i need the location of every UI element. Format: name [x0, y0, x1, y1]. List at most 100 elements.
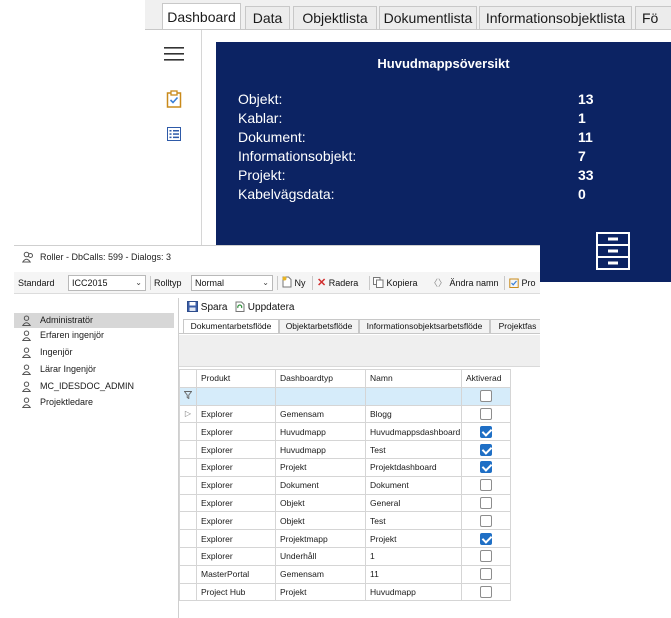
- table-row[interactable]: Explorer Huvudmapp Huvudmappsdashboard: [179, 422, 511, 442]
- cell-dashboardtyp[interactable]: Projektmapp: [275, 529, 366, 548]
- checkbox-unchecked[interactable]: [480, 407, 492, 420]
- copy-button[interactable]: Kopiera: [373, 275, 418, 291]
- cell-namn[interactable]: Huvudmapp: [365, 582, 462, 602]
- checkbox-unchecked[interactable]: [480, 496, 492, 509]
- cell-produkt[interactable]: Explorer: [196, 404, 276, 424]
- checkbox-checked[interactable]: [480, 461, 492, 474]
- cell-aktiverad[interactable]: [461, 582, 511, 602]
- cell-namn[interactable]: Dokument: [365, 475, 462, 495]
- cell-dashboardtyp[interactable]: Dokument: [275, 475, 366, 495]
- role-item-mc-idesdoc-admin[interactable]: MC_IDESDOC_ADMIN: [14, 379, 174, 394]
- cell-dashboardtyp[interactable]: Projekt: [275, 582, 366, 602]
- cell-aktiverad[interactable]: [461, 457, 511, 477]
- cell-dashboardtyp[interactable]: Huvudmapp: [275, 422, 366, 442]
- table-row[interactable]: Explorer Huvudmapp Test: [179, 440, 511, 459]
- cell-produkt[interactable]: Explorer: [196, 546, 276, 566]
- role-item-administrator[interactable]: Administratör: [14, 313, 174, 328]
- column-header-aktiverad[interactable]: Aktiverad: [461, 369, 511, 388]
- cell-namn[interactable]: Huvudmappsdashboard: [365, 422, 462, 442]
- cell-produkt[interactable]: Explorer: [196, 493, 276, 513]
- cell-dashboardtyp[interactable]: Gemensam: [275, 564, 366, 584]
- tab-overflow[interactable]: Fö: [635, 6, 671, 29]
- role-item-ingenjor[interactable]: Ingenjör: [14, 345, 174, 360]
- hamburger-menu-icon[interactable]: [164, 46, 184, 62]
- list-icon[interactable]: [167, 127, 181, 141]
- checkbox-checked[interactable]: [480, 532, 492, 545]
- cell-dashboardtyp[interactable]: Underhåll: [275, 546, 366, 566]
- cell-namn[interactable]: Blogg: [365, 404, 462, 424]
- table-row[interactable]: Explorer Objekt Test: [179, 511, 511, 531]
- cell-aktiverad[interactable]: [461, 564, 511, 584]
- standard-select[interactable]: ICC2015 ⌄: [68, 275, 146, 291]
- filter-cell-aktiverad[interactable]: [461, 386, 511, 406]
- table-row[interactable]: Explorer Projektmapp Projekt: [179, 529, 511, 548]
- filter-cell-produkt[interactable]: [196, 386, 276, 406]
- table-row[interactable]: MasterPortal Gemensam 11: [179, 564, 511, 584]
- cell-produkt[interactable]: MasterPortal: [196, 564, 276, 584]
- cell-aktiverad[interactable]: [461, 422, 511, 442]
- table-row[interactable]: Explorer Dokument Dokument: [179, 475, 511, 495]
- filter-checkbox[interactable]: [480, 390, 492, 403]
- tab-informationsobjektsarbetsflode[interactable]: Informationsobjektsarbetsflöde: [359, 319, 490, 333]
- cell-namn[interactable]: 1: [365, 546, 462, 566]
- table-row[interactable]: Explorer Objekt General: [179, 493, 511, 513]
- tab-objektlista[interactable]: Objektlista: [293, 6, 377, 29]
- cell-aktiverad[interactable]: [461, 475, 511, 495]
- checkbox-checked[interactable]: [480, 443, 492, 456]
- checkbox-unchecked[interactable]: [480, 568, 492, 581]
- tab-dashboard[interactable]: Dashboard: [162, 3, 241, 29]
- cell-aktiverad[interactable]: [461, 404, 511, 424]
- table-row[interactable]: Explorer Underhåll 1: [179, 546, 511, 566]
- checkbox-unchecked[interactable]: [480, 550, 492, 563]
- filter-cell-dashboardtyp[interactable]: [275, 386, 366, 406]
- column-header-namn[interactable]: Namn: [365, 369, 462, 388]
- cell-produkt[interactable]: Explorer: [196, 457, 276, 477]
- tab-informationsobjektlista[interactable]: Informationsobjektlista: [479, 6, 632, 29]
- tab-projektfas[interactable]: Projektfas: [490, 319, 540, 333]
- cell-produkt[interactable]: Explorer: [196, 529, 276, 548]
- tab-objektarbetsflode[interactable]: Objektarbetsflöde: [279, 319, 359, 333]
- rename-button[interactable]: 〈〉 Ändra namn: [429, 275, 499, 291]
- table-row[interactable]: Explorer Projekt Projektdashboard: [179, 457, 511, 477]
- cell-dashboardtyp[interactable]: Objekt: [275, 493, 366, 513]
- table-row[interactable]: ▷ Explorer Gemensam Blogg: [179, 404, 511, 424]
- table-row[interactable]: Project Hub Projekt Huvudmapp: [179, 582, 511, 602]
- properties-button[interactable]: Pro: [509, 275, 536, 291]
- cell-produkt[interactable]: Project Hub: [196, 582, 276, 602]
- checkbox-unchecked[interactable]: [480, 514, 492, 527]
- cell-produkt[interactable]: Explorer: [196, 475, 276, 495]
- column-header-produkt[interactable]: Produkt: [196, 369, 276, 388]
- role-item-projektledare[interactable]: Projektledare: [14, 395, 174, 410]
- refresh-button[interactable]: Uppdatera: [235, 300, 294, 316]
- column-header-dashboardtyp[interactable]: Dashboardtyp: [275, 369, 366, 388]
- cell-dashboardtyp[interactable]: Gemensam: [275, 404, 366, 424]
- cell-namn[interactable]: Test: [365, 511, 462, 531]
- checkbox-unchecked[interactable]: [480, 585, 492, 598]
- cell-produkt[interactable]: Explorer: [196, 422, 276, 442]
- cell-namn[interactable]: General: [365, 493, 462, 513]
- cell-produkt[interactable]: Explorer: [196, 511, 276, 531]
- cell-aktiverad[interactable]: [461, 511, 511, 531]
- save-button[interactable]: Spara: [187, 300, 227, 316]
- cell-aktiverad[interactable]: [461, 440, 511, 459]
- clipboard-check-icon[interactable]: [166, 90, 182, 108]
- delete-button[interactable]: ✕ Radera: [317, 275, 358, 291]
- filter-icon[interactable]: [179, 386, 197, 406]
- checkbox-checked[interactable]: [480, 425, 492, 438]
- role-item-erfaren-ingenjor[interactable]: Erfaren ingenjör: [14, 328, 174, 343]
- cell-produkt[interactable]: Explorer: [196, 440, 276, 459]
- new-button[interactable]: Ny: [282, 275, 306, 291]
- tab-dokumentlista[interactable]: Dokumentlista: [379, 6, 477, 29]
- cell-namn[interactable]: 11: [365, 564, 462, 584]
- tab-dokumentarbetsflode[interactable]: Dokumentarbetsflöde: [183, 319, 279, 333]
- cell-namn[interactable]: Projekt: [365, 529, 462, 548]
- cell-namn[interactable]: Projektdashboard: [365, 457, 462, 477]
- cell-aktiverad[interactable]: [461, 546, 511, 566]
- filter-cell-namn[interactable]: [365, 386, 462, 406]
- cell-dashboardtyp[interactable]: Projekt: [275, 457, 366, 477]
- cell-aktiverad[interactable]: [461, 529, 511, 548]
- cell-aktiverad[interactable]: [461, 493, 511, 513]
- role-item-larar-ingenjor[interactable]: Lärar Ingenjör: [14, 362, 174, 377]
- rolltyp-select[interactable]: Normal ⌄: [191, 275, 273, 291]
- cell-dashboardtyp[interactable]: Objekt: [275, 511, 366, 531]
